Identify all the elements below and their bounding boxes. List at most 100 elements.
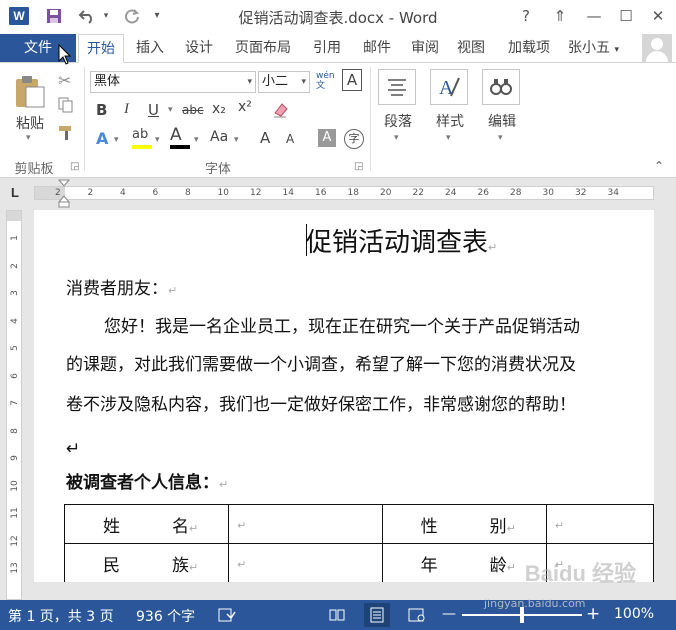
clear-formatting-icon[interactable] bbox=[272, 101, 290, 123]
underline-button[interactable]: U bbox=[148, 101, 159, 119]
user-name[interactable]: 张小五 ▾ bbox=[568, 34, 619, 62]
ruler-strip: 2 2 4 6 8 10 12 14 16 18 20 22 24 26 28 30 32 34 bbox=[34, 186, 654, 200]
tab-design[interactable]: 设计 bbox=[176, 34, 222, 62]
ribbon-display-icon[interactable]: ⇑ bbox=[546, 4, 574, 28]
maximize-icon[interactable]: ☐ bbox=[612, 4, 640, 28]
text-effects-dropdown-icon[interactable]: ▾ bbox=[114, 135, 119, 145]
char-shading-button[interactable]: A bbox=[318, 129, 336, 147]
horizontal-ruler[interactable]: L 2 2 4 6 8 10 12 14 16 18 20 22 24 26 28 30 32 34 bbox=[0, 178, 676, 208]
ruler-tick-label: 14 bbox=[282, 188, 294, 198]
ruler-tick-label: 28 bbox=[510, 188, 522, 198]
table-cell[interactable]: 姓 名↵ bbox=[63, 504, 230, 544]
change-case-button[interactable]: Aa bbox=[210, 129, 228, 145]
vertical-scrollbar[interactable] bbox=[656, 208, 676, 600]
collapse-ribbon-icon[interactable]: ⌃ bbox=[654, 159, 664, 173]
proofing-icon[interactable] bbox=[218, 607, 236, 627]
phonetic-guide-icon[interactable]: wén 文 bbox=[316, 71, 336, 91]
word-count[interactable]: 936 个字 bbox=[136, 606, 195, 626]
tab-review[interactable]: 审阅 bbox=[404, 34, 446, 62]
print-layout-icon[interactable] bbox=[364, 603, 390, 627]
help-icon[interactable]: ? bbox=[512, 4, 540, 28]
zoom-level[interactable]: 100% bbox=[614, 606, 654, 622]
body-line[interactable]: 卷不涉及隐私内容，我们也一定做好保密工作，非常感谢您的帮助！ bbox=[66, 394, 576, 416]
bold-button[interactable]: B bbox=[96, 101, 107, 119]
table-cell[interactable]: ↵ bbox=[228, 543, 383, 582]
subscript-button[interactable]: x₂ bbox=[212, 101, 226, 117]
chevron-down-icon: ▾ bbox=[301, 77, 306, 87]
font-launcher-icon[interactable]: ◲ bbox=[354, 161, 363, 172]
superscript-button[interactable]: x² bbox=[238, 99, 252, 115]
web-layout-icon[interactable] bbox=[408, 607, 426, 627]
paste-icon[interactable] bbox=[12, 73, 46, 109]
change-case-dropdown-icon[interactable]: ▾ bbox=[234, 135, 239, 145]
avatar[interactable] bbox=[642, 34, 672, 62]
font-color-dropdown-icon[interactable]: ▾ bbox=[194, 135, 199, 145]
enclose-chars-button[interactable]: 字 bbox=[344, 129, 364, 149]
styles-dropdown-icon[interactable]: ▾ bbox=[446, 133, 451, 143]
section-heading[interactable]: 被调查者个人信息：↵ bbox=[66, 472, 228, 496]
table-cell[interactable]: 性 别↵ bbox=[381, 504, 547, 544]
ribbon: 粘贴 ▾ ✂ 剪贴板 ◲ 黑体 ▾ 小二 ▾ wén 文 A B I U ▾ abc… bbox=[0, 62, 676, 178]
table-cell[interactable]: 民 族↵ bbox=[63, 543, 230, 582]
read-mode-icon[interactable] bbox=[328, 607, 346, 627]
page-count[interactable]: 第 1 页，共 3 页 bbox=[8, 606, 114, 626]
underline-dropdown-icon[interactable]: ▾ bbox=[168, 105, 173, 115]
tab-page-layout[interactable]: 页面布局 bbox=[226, 34, 300, 62]
paragraph-button[interactable]: 段落 bbox=[378, 111, 418, 131]
copy-icon[interactable] bbox=[58, 97, 74, 117]
clipboard-launcher-icon[interactable]: ◲ bbox=[70, 161, 79, 172]
paragraph-icon[interactable] bbox=[378, 69, 416, 105]
tab-home[interactable]: 开始 bbox=[78, 34, 124, 63]
cell-char: 民 bbox=[103, 555, 120, 576]
editing-dropdown-icon[interactable]: ▾ bbox=[498, 133, 503, 143]
paste-dropdown-icon[interactable]: ▾ bbox=[26, 133, 31, 143]
tab-mailings[interactable]: 邮件 bbox=[354, 34, 400, 62]
body-line[interactable]: 的课题，对此我们需要做一个小调查，希望了解一下您的消费状况及 bbox=[66, 354, 576, 376]
paste-button[interactable]: 粘贴 bbox=[10, 113, 50, 133]
text-effects-button[interactable]: A bbox=[96, 129, 108, 148]
tab-view[interactable]: 视图 bbox=[450, 34, 492, 62]
ruler-tick-label: 18 bbox=[347, 188, 359, 198]
table-cell[interactable]: 年 龄↵ bbox=[381, 543, 547, 582]
zoom-in-button[interactable]: + bbox=[586, 604, 600, 624]
paragraph-mark: ↵ bbox=[66, 439, 81, 459]
grow-font-button[interactable]: A bbox=[260, 129, 270, 147]
styles-button[interactable]: 样式 bbox=[430, 111, 470, 131]
cell-char: 名↵ bbox=[172, 512, 198, 537]
editing-button[interactable]: 编辑 bbox=[482, 111, 522, 131]
chevron-down-icon: ▾ bbox=[614, 45, 619, 55]
zoom-out-button[interactable]: — bbox=[442, 606, 456, 622]
tab-insert[interactable]: 插入 bbox=[128, 34, 172, 62]
tab-addins[interactable]: 加载项 bbox=[498, 34, 560, 62]
cut-icon[interactable]: ✂ bbox=[58, 71, 71, 90]
highlight-dropdown-icon[interactable]: ▾ bbox=[155, 135, 160, 145]
format-painter-icon[interactable] bbox=[58, 125, 76, 145]
tab-selector[interactable]: L bbox=[6, 184, 24, 202]
table-cell[interactable]: ↵ bbox=[228, 504, 383, 544]
font-color-swatch bbox=[170, 145, 190, 149]
paragraph-dropdown-icon[interactable]: ▾ bbox=[394, 133, 399, 143]
char-border-icon[interactable]: A bbox=[342, 69, 362, 91]
italic-button[interactable]: I bbox=[124, 101, 129, 118]
font-name-select[interactable]: 黑体 ▾ bbox=[90, 71, 256, 93]
minimize-icon[interactable]: — bbox=[580, 4, 608, 28]
greeting[interactable]: 消费者朋友：↵ bbox=[66, 278, 177, 302]
strikethrough-button[interactable]: abc bbox=[182, 103, 204, 117]
shrink-font-button[interactable]: A bbox=[286, 132, 294, 146]
vertical-ruler[interactable]: 1 2 3 4 5 6 7 8 9 10 11 12 13 bbox=[0, 208, 32, 600]
body-line[interactable]: 您好！我是一名企业员工，现在正在研究一个关于产品促销活动 bbox=[104, 316, 580, 338]
vertical-ruler-strip: 1 2 3 4 5 6 7 8 9 10 11 12 13 bbox=[6, 210, 22, 600]
highlight-button[interactable]: ab bbox=[132, 127, 152, 149]
font-color-button[interactable]: A bbox=[170, 125, 190, 149]
styles-icon[interactable]: A bbox=[430, 69, 468, 105]
document-title[interactable]: 促销活动调查表↵ bbox=[306, 222, 497, 259]
tab-references[interactable]: 引用 bbox=[304, 34, 350, 62]
editing-icon[interactable] bbox=[482, 69, 520, 105]
document-page[interactable]: 促销活动调查表↵ 消费者朋友：↵ 您好！我是一名企业员工，现在正在研究一个关于产… bbox=[34, 210, 654, 582]
indent-marker-icon[interactable] bbox=[58, 178, 70, 208]
font-size-select[interactable]: 小二 ▾ bbox=[258, 71, 310, 93]
table-cell[interactable]: ↵ bbox=[545, 504, 654, 544]
cell-char: 姓 bbox=[103, 516, 120, 537]
close-icon[interactable]: ✕ bbox=[644, 4, 672, 28]
baidu-watermark-url: jingyan.baidu.com bbox=[484, 597, 586, 610]
